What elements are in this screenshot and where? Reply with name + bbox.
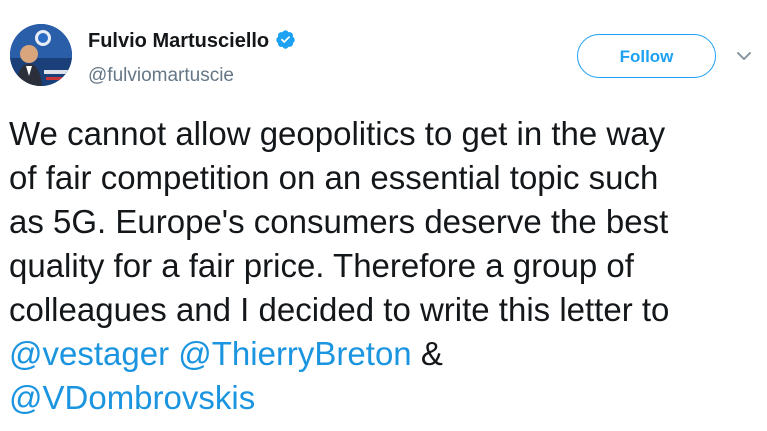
tweet-card: Fulvio Martusciello @fulviomartuscie Fol…: [0, 0, 767, 431]
tweet-text-line-mentions: @vestager @ThierryBreton &: [9, 332, 759, 376]
tweet-text-line: quality for a fair price. Therefore a gr…: [9, 247, 634, 284]
avatar[interactable]: [10, 24, 72, 86]
avatar-image: [10, 24, 72, 86]
chevron-down-icon[interactable]: [736, 50, 752, 62]
mention-link[interactable]: @ThierryBreton: [178, 335, 411, 372]
mention-link[interactable]: @VDombrovskis: [9, 379, 255, 416]
tweet-text-line: We cannot allow geopolitics to get in th…: [9, 115, 666, 152]
mention-link[interactable]: @vestager: [9, 335, 169, 372]
display-name[interactable]: Fulvio Martusciello: [88, 29, 296, 53]
tweet-text-line: colleagues and I decided to write this l…: [9, 291, 670, 328]
display-name-text: Fulvio Martusciello: [88, 30, 270, 52]
tweet-text-line: of fair competition on an essential topi…: [9, 159, 659, 196]
tweet-text: We cannot allow geopolitics to get in th…: [9, 112, 759, 420]
user-handle[interactable]: @fulviomartuscie: [88, 65, 234, 87]
follow-button[interactable]: Follow: [577, 34, 716, 78]
verified-badge-icon: [276, 30, 295, 49]
ampersand-text: &: [420, 335, 443, 372]
tweet-text-line: as 5G. Europe's consumers deserve the be…: [9, 203, 669, 240]
tweet-text-line-mentions: @VDombrovskis: [9, 376, 759, 420]
